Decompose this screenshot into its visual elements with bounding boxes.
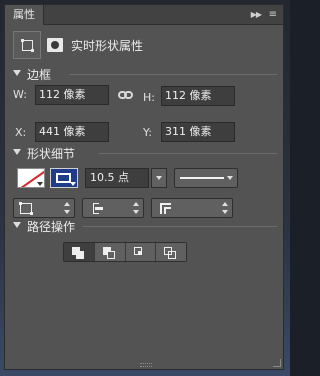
disclosure-triangle-icon[interactable] bbox=[13, 222, 21, 228]
live-shape-icon[interactable] bbox=[13, 31, 41, 59]
y-label: Y: bbox=[143, 126, 152, 139]
disclosure-triangle-icon[interactable] bbox=[13, 149, 21, 155]
height-label: H: bbox=[143, 91, 155, 104]
width-label: W: bbox=[13, 88, 27, 101]
corner-resize-handle[interactable] bbox=[273, 359, 281, 367]
updown-arrows-icon bbox=[133, 202, 139, 214]
width-field[interactable]: 112 像素 bbox=[35, 85, 109, 105]
path-operations-group bbox=[63, 242, 187, 262]
section-divider bbox=[83, 226, 277, 227]
combine-shapes-button[interactable] bbox=[64, 243, 95, 261]
stroke-join-dropdown[interactable] bbox=[151, 198, 233, 218]
section-label-path-operations: 路径操作 bbox=[27, 220, 76, 234]
section-divider bbox=[69, 74, 277, 75]
x-field[interactable]: 441 像素 bbox=[35, 122, 109, 142]
exclude-overlapping-shapes-button[interactable] bbox=[156, 243, 186, 261]
stroke-width-dropdown-button[interactable] bbox=[151, 168, 167, 188]
stroke-cap-dropdown[interactable] bbox=[82, 198, 144, 218]
y-field[interactable]: 311 像素 bbox=[161, 122, 235, 142]
stroke-align-icon bbox=[19, 202, 33, 215]
stroke-swatch-icon[interactable] bbox=[50, 168, 78, 188]
chevron-down-icon bbox=[227, 176, 233, 180]
x-label: X: bbox=[15, 126, 27, 139]
updown-arrows-icon bbox=[64, 202, 70, 214]
section-divider bbox=[99, 153, 277, 154]
solid-line-sample bbox=[180, 177, 224, 179]
properties-panel: 属性 ▶▶ ≡ 实时形状属性 边框 W: 112 像素 H: 112 像素 X:… bbox=[4, 4, 284, 370]
section-label-transform: 边框 bbox=[27, 68, 52, 82]
panel-heading: 实时形状属性 bbox=[71, 39, 144, 53]
double-chevron-right-icon[interactable]: ▶▶ bbox=[251, 5, 262, 25]
stroke-cap-icon bbox=[93, 203, 103, 214]
no-fill-swatch-icon[interactable] bbox=[17, 168, 45, 188]
panel-menu-icon[interactable]: ≡ bbox=[269, 5, 277, 25]
stroke-width-field[interactable]: 10.5 点 bbox=[85, 168, 149, 188]
line-style-dropdown[interactable] bbox=[174, 168, 238, 188]
link-chain-icon[interactable] bbox=[118, 91, 134, 101]
section-label-appearance: 形状细节 bbox=[27, 147, 76, 161]
panel-titlebar[interactable]: 属性 ▶▶ ≡ bbox=[5, 5, 283, 25]
stroke-align-dropdown[interactable] bbox=[13, 198, 75, 218]
stroke-join-icon bbox=[160, 203, 171, 214]
tab-properties[interactable]: 属性 bbox=[5, 5, 44, 25]
section-transform[interactable]: 边框 bbox=[11, 67, 277, 82]
chevron-down-icon bbox=[156, 176, 162, 180]
mask-icon[interactable] bbox=[47, 38, 63, 52]
subtract-front-shape-button[interactable] bbox=[94, 243, 126, 261]
section-appearance[interactable]: 形状细节 bbox=[11, 146, 277, 161]
height-field[interactable]: 112 像素 bbox=[161, 86, 235, 106]
disclosure-triangle-icon[interactable] bbox=[13, 70, 21, 76]
intersect-shape-areas-button[interactable] bbox=[125, 243, 157, 261]
updown-arrows-icon bbox=[222, 202, 228, 214]
panel-resize-grip[interactable] bbox=[140, 363, 152, 367]
properties-header: 实时形状属性 bbox=[13, 31, 275, 59]
section-path-operations[interactable]: 路径操作 bbox=[11, 219, 277, 234]
